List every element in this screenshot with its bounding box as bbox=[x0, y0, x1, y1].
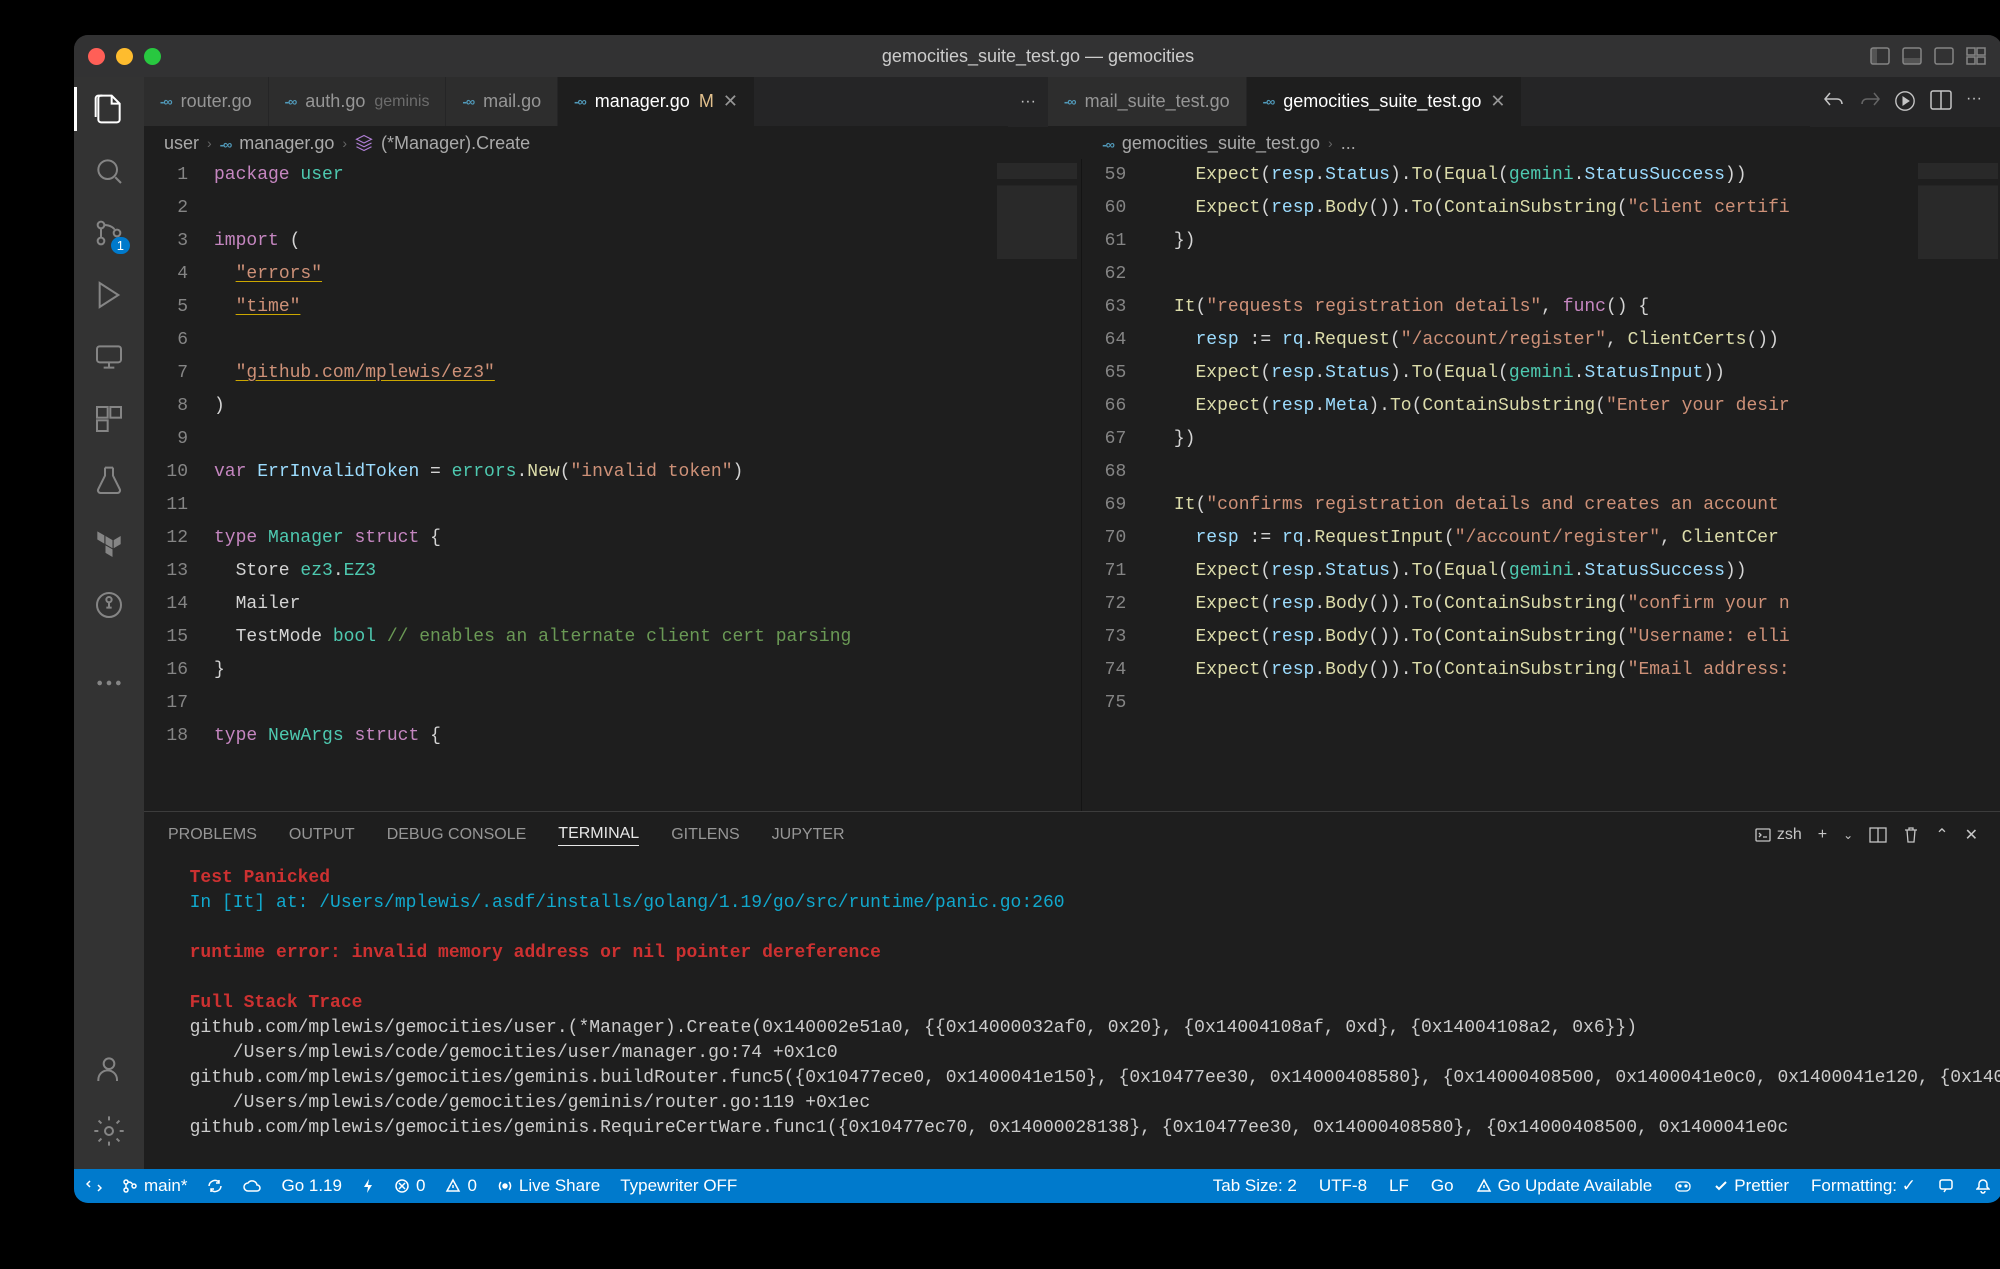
statusbar-item[interactable] bbox=[1976, 1178, 1990, 1194]
statusbar-item[interactable]: Formatting: ✓ bbox=[1811, 1176, 1916, 1196]
panel-tab-output[interactable]: OUTPUT bbox=[289, 826, 355, 844]
extensions-icon[interactable] bbox=[91, 401, 127, 437]
terminal-dropdown[interactable]: zsh bbox=[1755, 826, 1802, 844]
statusbar-item[interactable]: LF bbox=[1389, 1176, 1409, 1196]
go-file-icon: -∞ bbox=[1263, 94, 1275, 109]
titlebar: gemocities_suite_test.go — gemocities bbox=[74, 35, 2000, 77]
explorer-icon[interactable] bbox=[91, 91, 127, 127]
statusbar-item[interactable]: Go 1.19 bbox=[281, 1176, 342, 1196]
testing-icon[interactable] bbox=[91, 463, 127, 499]
minimap-right[interactable] bbox=[1914, 159, 2000, 811]
tab-gemocities_suite_test-go[interactable]: -∞gemocities_suite_test.go✕ bbox=[1247, 77, 1523, 126]
statusbar-item[interactable]: Live Share bbox=[497, 1176, 600, 1196]
terminal-output[interactable]: Test Panicked In [It] at: /Users/mplewis… bbox=[144, 858, 2000, 1169]
go-file-icon: -∞ bbox=[285, 94, 297, 109]
close-window-button[interactable] bbox=[88, 48, 105, 65]
tab-router-go[interactable]: -∞router.go bbox=[144, 77, 269, 126]
terminal-dropdown-chevron[interactable]: ⌄ bbox=[1843, 828, 1853, 842]
tabs-right: -∞mail_suite_test.go-∞gemocities_suite_t… bbox=[1048, 77, 1810, 127]
go-file-icon: -∞ bbox=[1064, 94, 1076, 109]
go-file-icon: -∞ bbox=[160, 94, 172, 109]
statusbar-item[interactable] bbox=[362, 1178, 374, 1194]
source-control-icon[interactable]: 1 bbox=[91, 215, 127, 251]
breadcrumb-right[interactable]: -∞gemocities_suite_test.go›... bbox=[1082, 127, 1375, 159]
split-terminal-icon[interactable] bbox=[1869, 827, 1887, 843]
statusbar-item[interactable] bbox=[207, 1178, 223, 1194]
run-debug-icon[interactable] bbox=[91, 277, 127, 313]
statusbar-item[interactable] bbox=[1674, 1178, 1692, 1194]
editor-left[interactable]: 123456789101112131415161718 package user… bbox=[144, 159, 1082, 811]
statusbar-item[interactable] bbox=[1938, 1178, 1954, 1194]
statusbar: main* Go 1.19 00 Live Share Typewriter OFF T… bbox=[74, 1169, 2000, 1203]
modified-indicator: M bbox=[699, 91, 714, 112]
nav-back-icon[interactable] bbox=[1822, 90, 1846, 114]
statusbar-item[interactable]: 0 bbox=[394, 1176, 425, 1196]
traffic-lights bbox=[88, 48, 161, 65]
search-icon[interactable] bbox=[91, 153, 127, 189]
panel-tab-debug-console[interactable]: DEBUG CONSOLE bbox=[387, 826, 527, 844]
nav-forward-icon[interactable] bbox=[1858, 90, 1882, 114]
tab-mail-go[interactable]: -∞mail.go bbox=[446, 77, 558, 126]
statusbar-item[interactable]: Go bbox=[1431, 1176, 1454, 1196]
overflow-icon[interactable] bbox=[91, 665, 127, 701]
close-tab-icon[interactable]: ✕ bbox=[1490, 91, 1505, 112]
tab-mail_suite_test-go[interactable]: -∞mail_suite_test.go bbox=[1048, 77, 1247, 126]
panel-tab-jupyter[interactable]: JUPYTER bbox=[772, 826, 845, 844]
remote-explorer-icon[interactable] bbox=[91, 339, 127, 375]
minimize-window-button[interactable] bbox=[116, 48, 133, 65]
statusbar-item[interactable]: UTF-8 bbox=[1319, 1176, 1367, 1196]
statusbar-item[interactable]: Go Update Available bbox=[1476, 1176, 1653, 1196]
panel-tab-gitlens[interactable]: GITLENS bbox=[671, 826, 739, 844]
method-icon bbox=[355, 134, 373, 152]
statusbar-item[interactable]: Tab Size: 2 bbox=[1213, 1176, 1297, 1196]
statusbar-item[interactable] bbox=[243, 1179, 261, 1193]
panel-tab-problems[interactable]: PROBLEMS bbox=[168, 826, 257, 844]
maximize-window-button[interactable] bbox=[144, 48, 161, 65]
terraform-icon[interactable] bbox=[91, 525, 127, 561]
maximize-panel-icon[interactable]: ⌃ bbox=[1935, 825, 1948, 845]
statusbar-item[interactable]: 0 bbox=[445, 1176, 476, 1196]
bottom-panel: PROBLEMS OUTPUT DEBUG CONSOLE TERMINAL GITLE… bbox=[144, 811, 2000, 1169]
gitlens-icon[interactable] bbox=[91, 587, 127, 623]
statusbar-item[interactable]: Prettier bbox=[1714, 1176, 1789, 1196]
minimap-left[interactable] bbox=[993, 159, 1081, 811]
scm-badge: 1 bbox=[111, 237, 130, 254]
customize-layout-icon[interactable] bbox=[1964, 44, 1988, 68]
statusbar-item[interactable]: Typewriter OFF bbox=[620, 1176, 737, 1196]
layout-controls bbox=[1868, 44, 1988, 68]
run-tests-icon[interactable] bbox=[1894, 90, 1918, 114]
close-tab-icon[interactable]: ✕ bbox=[723, 91, 738, 112]
breadcrumb-left[interactable]: user›-∞manager.go›(*Manager).Create bbox=[144, 127, 1082, 159]
toggle-panel-bottom-icon[interactable] bbox=[1900, 44, 1924, 68]
tab-manager-go[interactable]: -∞manager.goM✕ bbox=[558, 77, 755, 126]
go-file-icon: -∞ bbox=[462, 94, 474, 109]
accounts-icon[interactable] bbox=[91, 1051, 127, 1087]
split-editor-icon[interactable] bbox=[1930, 90, 1954, 114]
tabs-left: -∞router.go-∞auth.gogeminis-∞mail.go-∞ma… bbox=[144, 77, 1008, 127]
window-title: gemocities_suite_test.go — gemocities bbox=[882, 46, 1194, 67]
toggle-panel-left-icon[interactable] bbox=[1868, 44, 1892, 68]
activity-bar: 1 bbox=[74, 77, 144, 1169]
editor-actions: ··· bbox=[1810, 77, 2000, 127]
settings-icon[interactable] bbox=[91, 1113, 127, 1149]
tabs-left-overflow[interactable]: ··· bbox=[1008, 77, 1048, 127]
panel-tab-terminal[interactable]: TERMINAL bbox=[558, 825, 639, 846]
close-panel-icon[interactable]: ✕ bbox=[1965, 825, 1978, 845]
panel-tabs: PROBLEMS OUTPUT DEBUG CONSOLE TERMINAL GITLE… bbox=[144, 812, 2000, 858]
kill-terminal-icon[interactable] bbox=[1903, 826, 1919, 844]
tab-auth-go[interactable]: -∞auth.gogeminis bbox=[269, 77, 447, 126]
new-terminal-icon[interactable]: + bbox=[1818, 826, 1827, 844]
editor-right[interactable]: 5960616263646566676869707172737475 Expec… bbox=[1082, 159, 2000, 811]
more-actions-icon[interactable]: ··· bbox=[1966, 90, 1990, 114]
statusbar-item[interactable] bbox=[86, 1178, 102, 1194]
go-file-icon: -∞ bbox=[574, 94, 586, 109]
toggle-panel-right-icon[interactable] bbox=[1932, 44, 1956, 68]
vscode-window: gemocities_suite_test.go — gemocities 1 bbox=[74, 35, 2000, 1203]
statusbar-item[interactable]: main* bbox=[122, 1176, 187, 1196]
